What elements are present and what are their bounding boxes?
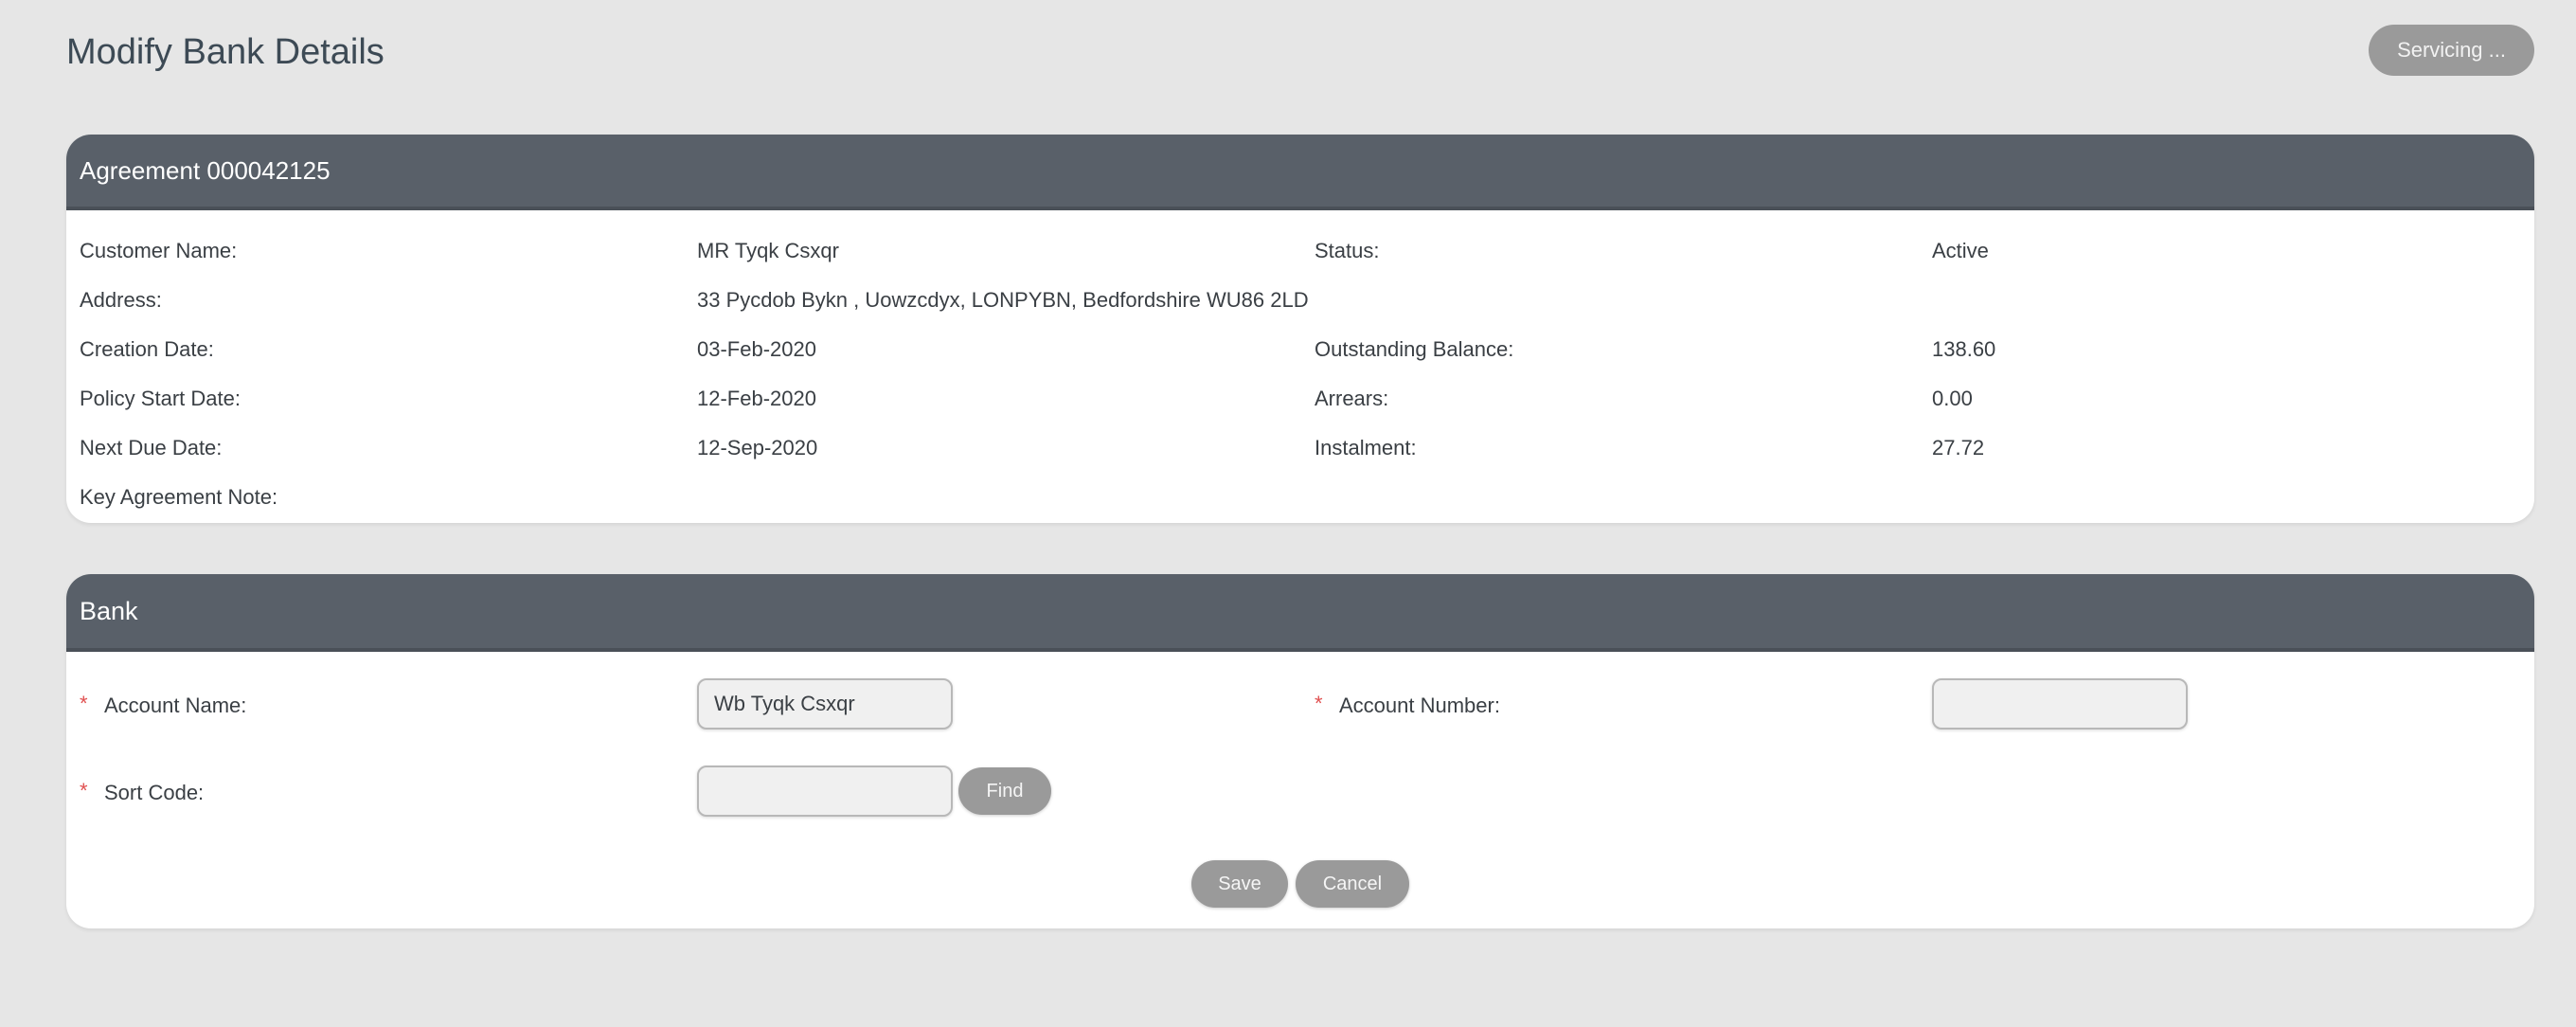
customer-name-value: MR Tyqk Csxqr [697,239,839,262]
outstanding-balance-label: Outstanding Balance: [1315,337,1514,361]
account-name-input[interactable] [697,678,953,730]
form-row: * Account Name: * Account Number: [80,678,2523,735]
account-number-label: Account Number: [1339,694,1500,717]
arrears-label: Arrears: [1315,387,1389,410]
next-due-date-label: Next Due Date: [80,436,223,459]
arrears-value: 0.00 [1932,387,1973,410]
agreement-panel: Agreement 000042125 Customer Name: MR Ty… [66,135,2534,523]
creation-date-label: Creation Date: [80,337,214,361]
info-row: Next Due Date: 12-Sep-2020 Instalment: 2… [80,436,2523,464]
address-label: Address: [80,288,162,312]
required-marker: * [80,779,88,802]
status-value: Active [1932,239,1989,262]
instalment-value: 27.72 [1932,436,1985,459]
cancel-button[interactable]: Cancel [1296,860,1409,908]
info-row: Key Agreement Note: [80,485,2523,514]
account-number-input[interactable] [1932,678,2188,730]
policy-start-date-value: 12-Feb-2020 [697,387,816,410]
save-button[interactable]: Save [1191,860,1288,908]
sort-code-input[interactable] [697,766,953,817]
account-name-label: Account Name: [104,694,247,717]
required-marker: * [1315,692,1323,715]
info-row: Policy Start Date: 12-Feb-2020 Arrears: … [80,387,2523,415]
info-row: Customer Name: MR Tyqk Csxqr Status: Act… [80,239,2523,267]
find-button[interactable]: Find [958,767,1051,815]
info-row: Creation Date: 03-Feb-2020 Outstanding B… [80,337,2523,366]
agreement-header: Agreement 000042125 [66,135,2534,210]
next-due-date-value: 12-Sep-2020 [697,436,818,459]
info-row: Address: 33 Pycdob Bykn , Uowzcdyx, LONP… [80,288,2523,316]
address-value: 33 Pycdob Bykn , Uowzcdyx, LONPYBN, Bedf… [697,288,1309,312]
required-marker: * [80,692,88,715]
form-row: * Sort Code: Find [80,766,2523,822]
customer-name-label: Customer Name: [80,239,238,262]
page-title: Modify Bank Details [66,32,385,72]
bank-panel: Bank * Account Name: * Account Number: *… [66,574,2534,928]
policy-start-date-label: Policy Start Date: [80,387,241,410]
bank-header: Bank [66,574,2534,652]
status-label: Status: [1315,239,1380,262]
outstanding-balance-value: 138.60 [1932,337,1996,361]
servicing-button[interactable]: Servicing ... [2369,25,2534,76]
instalment-label: Instalment: [1315,436,1417,459]
creation-date-value: 03-Feb-2020 [697,337,816,361]
sort-code-label: Sort Code: [104,781,205,804]
key-agreement-note-label: Key Agreement Note: [80,485,278,509]
